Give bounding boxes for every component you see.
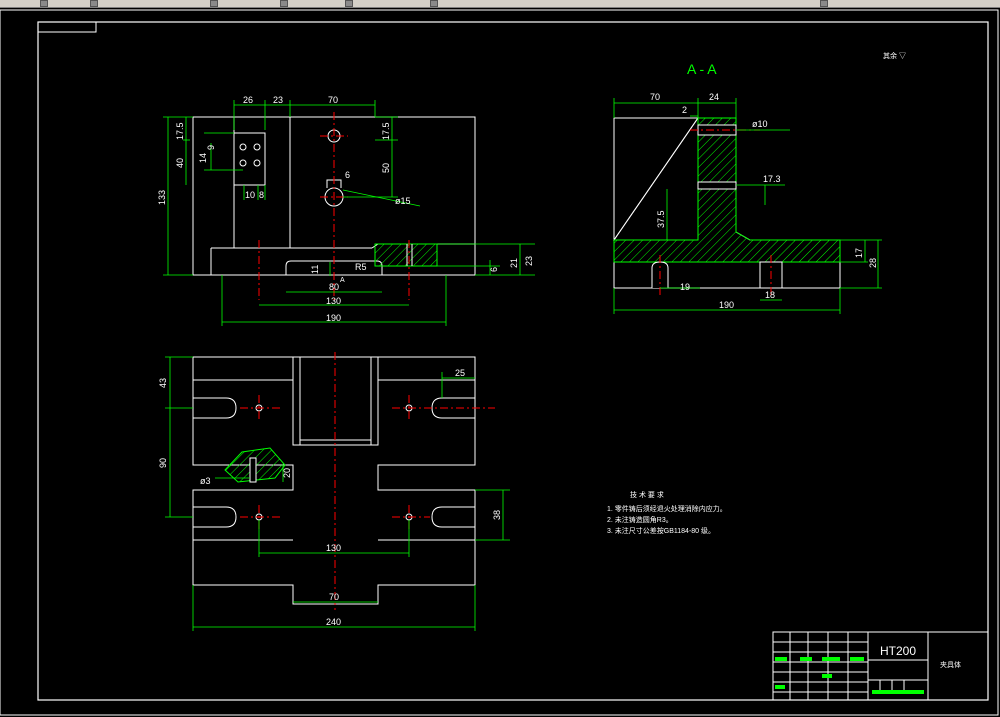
tech-req-item-2: 2. 未注铸造圆角R3。: [607, 515, 673, 524]
toolbar: [0, 0, 1000, 8]
dim-sec-19: 19: [680, 282, 690, 292]
top-outline: [192, 356, 476, 605]
dim-sec-18: 18: [765, 290, 775, 300]
title-part-name: 夹具体: [940, 660, 961, 669]
toolbar-undo-icon[interactable]: [210, 0, 218, 7]
title-material: HT200: [880, 644, 916, 658]
dim-sec-17: 17: [854, 248, 864, 258]
dim-130: 130: [326, 296, 341, 306]
dim-133: 133: [157, 190, 167, 205]
front-dimension-lines: [163, 100, 535, 326]
dim-sec-2: 2: [682, 105, 687, 115]
top-view: [192, 356, 476, 605]
top-slot-tl: [193, 397, 237, 419]
dim-11: 11: [310, 265, 320, 274]
dim-26: 26: [243, 95, 253, 105]
dim-40: 40: [175, 158, 185, 168]
dim-sec-70: 70: [650, 92, 660, 102]
tech-req-item-1: 1. 零件铸后须经退火处理消除内应力。: [607, 504, 727, 513]
top-centerlines: [240, 352, 495, 610]
toolbar-zoom-icon[interactable]: [345, 0, 353, 7]
dim-top-38: 38: [492, 510, 502, 520]
dim-sec-17-3: 17.3: [763, 174, 781, 184]
drawing-canvas[interactable]: 其余 ▽ 26 23 70 17.5 40 133 14 9 17.5 50 2…: [0, 8, 1000, 717]
toolbar-open-icon[interactable]: [40, 0, 48, 7]
dim-top-90: 90: [158, 458, 168, 468]
dim-17-5-right: 17.5: [381, 122, 391, 140]
top-slot-bl: [193, 506, 237, 528]
dim-r5: R5: [355, 262, 367, 272]
dim-9: 9: [206, 145, 216, 150]
outer-border: [0, 9, 999, 716]
dim-sec-37-5: 37.5: [656, 210, 666, 228]
dim-21: 21: [509, 258, 519, 268]
toolbar-save-icon[interactable]: [90, 0, 98, 7]
dim-top-dia-3: ø3: [200, 476, 211, 486]
dim-80: 80: [329, 282, 339, 292]
dim-sec-190: 190: [719, 300, 734, 310]
surface-roughness-note: 其余 ▽: [883, 51, 906, 60]
dim-70: 70: [328, 95, 338, 105]
dim-6: 6: [345, 170, 350, 180]
front-small-hole: [239, 143, 247, 151]
top-slot-br: [431, 506, 475, 528]
dim-8: 8: [259, 190, 264, 200]
technical-requirements: 技 术 要 求 1. 零件铸后须经退火处理消除内应力。 2. 未注铸造圆角R3。…: [607, 490, 727, 535]
dim-dia-15: ø15: [395, 196, 411, 206]
dim-6-right: 6: [489, 267, 499, 272]
dim-sec-24: 24: [709, 92, 719, 102]
dim-23: 23: [273, 95, 283, 105]
section-title: A - A: [687, 61, 717, 77]
frame-corner-box: [37, 21, 97, 33]
toolbar-copy-icon[interactable]: [280, 0, 288, 7]
toolbar-layer-icon[interactable]: [820, 0, 828, 7]
front-hole-block: [233, 132, 266, 186]
dim-top-25: 25: [455, 368, 465, 378]
dim-23-right: 23: [524, 256, 534, 266]
drawing-svg[interactable]: 其余 ▽ 26 23 70 17.5 40 133 14 9 17.5 50 2…: [0, 8, 1000, 717]
front-small-hole: [239, 159, 247, 167]
tech-req-item-3: 3. 未注尺寸公差按GB1184-80 级。: [607, 526, 715, 535]
section-slot: [697, 181, 737, 190]
dim-top-130: 130: [326, 543, 341, 553]
dim-190: 190: [326, 313, 341, 323]
dim-top-43: 43: [158, 378, 168, 388]
top-pin: [249, 457, 257, 483]
dim-14: 14: [198, 153, 208, 163]
dim-17-5-left: 17.5: [175, 122, 185, 140]
dim-50: 50: [381, 163, 391, 173]
dim-top-70: 70: [329, 592, 339, 602]
front-small-hole: [253, 143, 261, 151]
dim-top-20: 20: [282, 468, 292, 478]
toolbar-properties-icon[interactable]: [430, 0, 438, 7]
dim-sec-28: 28: [868, 258, 878, 268]
front-dimension-text: 26 23 70 17.5 40 133 14 9 17.5 50 21 23 …: [157, 95, 534, 323]
front-hatch-section: [374, 243, 438, 267]
section-view: [613, 116, 841, 289]
dim-top-240: 240: [326, 617, 341, 627]
dim-sec-dia-10: ø10: [752, 119, 768, 129]
section-mark-a: A: [340, 277, 345, 284]
dim-10: 10: [245, 190, 255, 200]
tech-req-heading: 技 术 要 求: [630, 490, 664, 499]
front-small-hole: [253, 159, 261, 167]
top-dimension-text: 43 90 25 38 ø3 20 130 70 240: [158, 368, 502, 627]
